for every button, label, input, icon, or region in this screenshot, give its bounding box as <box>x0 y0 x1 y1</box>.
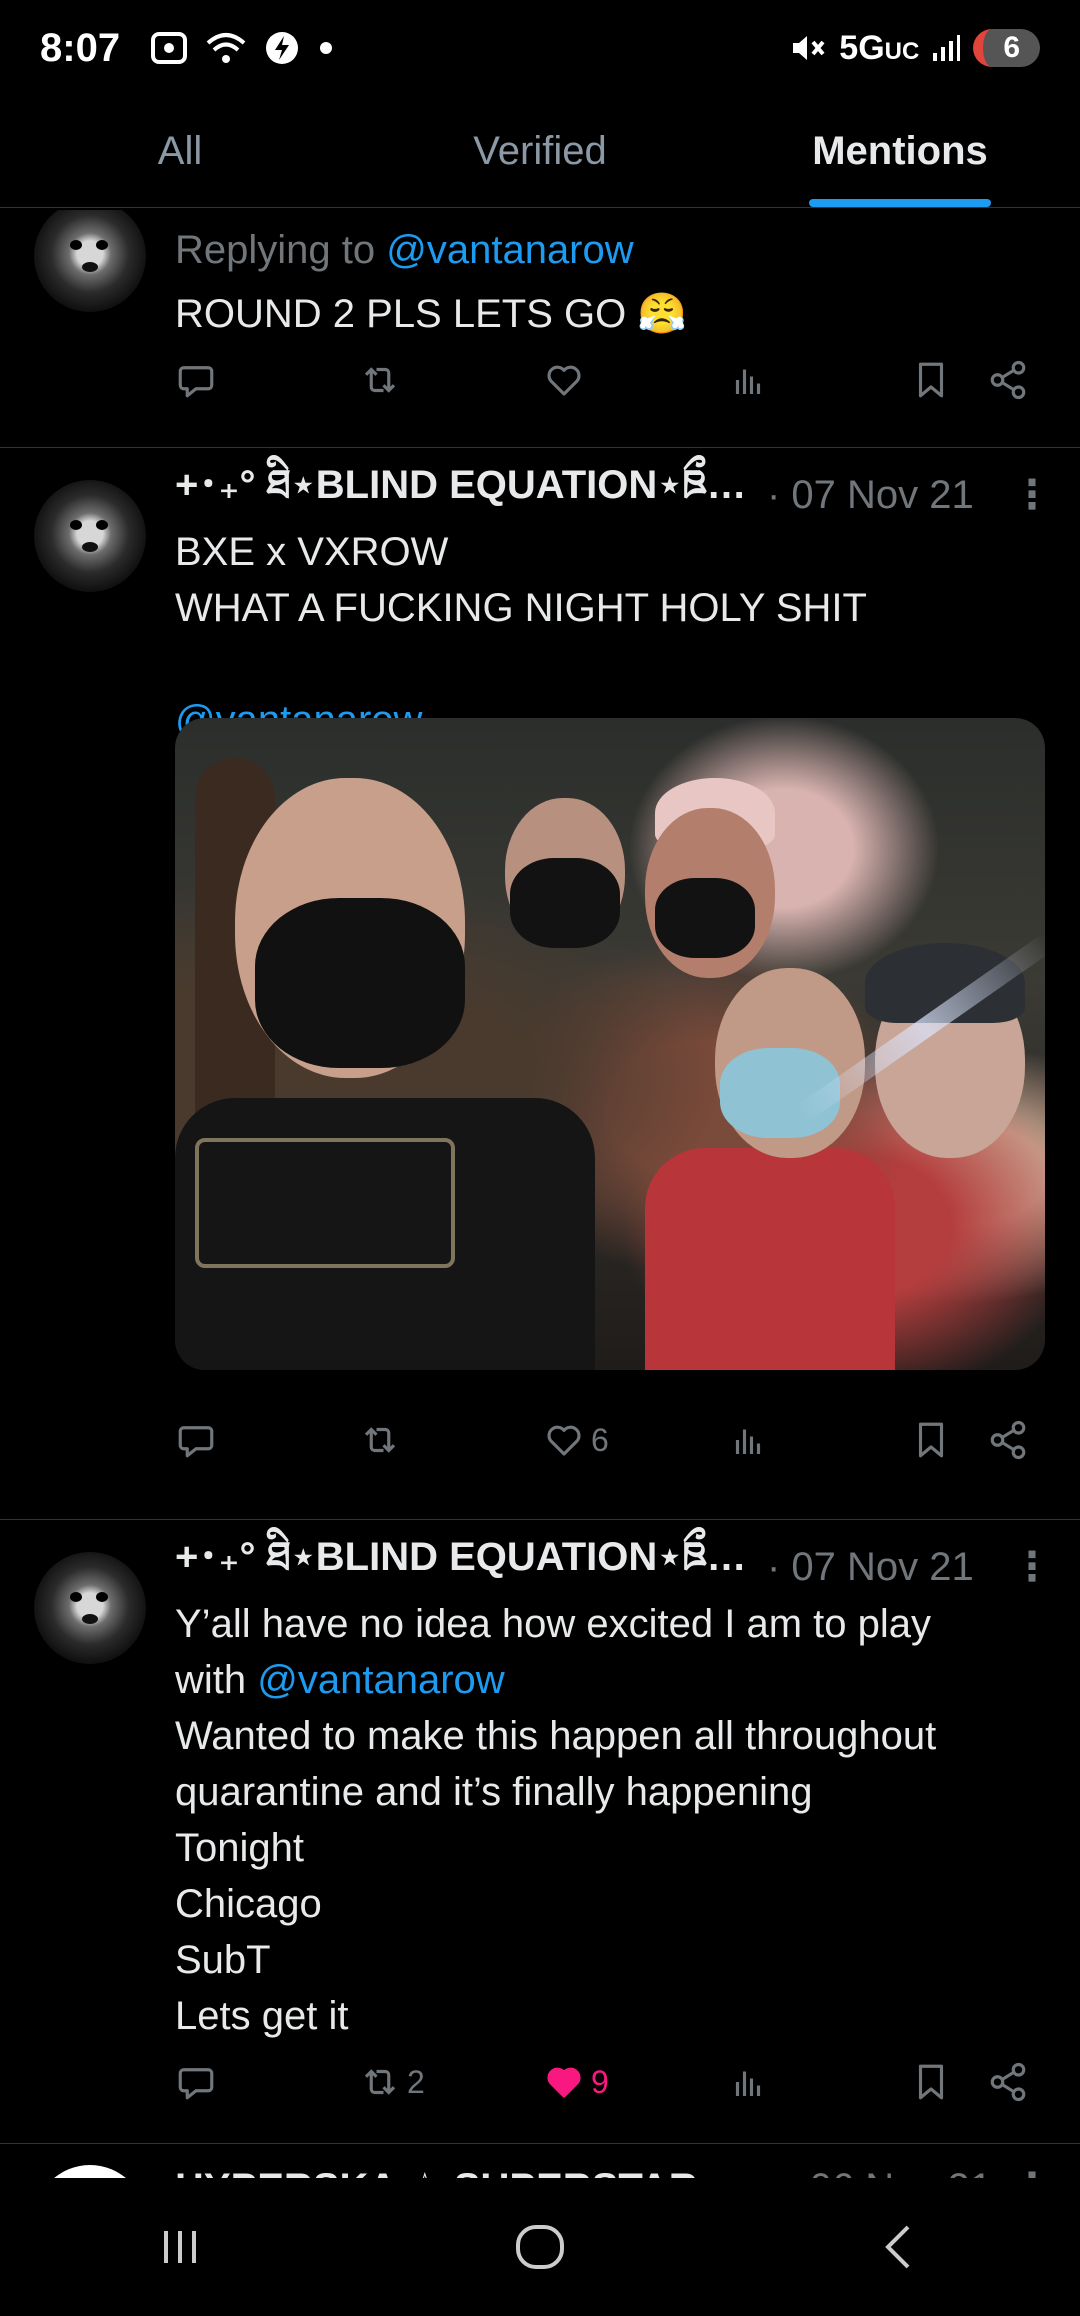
battery-indicator: 6 <box>973 29 1040 67</box>
tweet-date: · 07 Nov 21 <box>767 1544 974 1589</box>
reply-icon <box>178 2068 214 2100</box>
tweet-header: HYPERSKA ☆ SUPERSTAR 06 Nov 21 ⋮ <box>175 2159 1052 2179</box>
tweet-header: +･₊° ཐི⋆BLIND EQUATION⋆ཋྀ °... · 07 Nov … <box>175 1535 1052 1596</box>
mentions-feed: Replying to @vantanarow ROUND 2 PLS LETS… <box>0 210 1080 2178</box>
screenshot-icon <box>151 32 188 64</box>
mute-icon <box>793 36 825 60</box>
more-options-icon[interactable]: ⋮ <box>1012 1544 1052 1590</box>
status-left-icons <box>150 30 334 66</box>
android-nav-bar <box>0 2178 1080 2316</box>
like-button[interactable] <box>543 359 585 401</box>
retweet-icon <box>364 367 396 393</box>
share-button[interactable] <box>987 2061 1029 2103</box>
share-button[interactable] <box>987 1419 1029 1461</box>
bookmark-icon <box>918 2064 944 2100</box>
reply-button[interactable] <box>175 1419 217 1461</box>
tweet-text: BXE x VXROW WHAT A FUCKING NIGHT HOLY SH… <box>175 524 1050 748</box>
views-button[interactable] <box>727 1419 769 1461</box>
tweet-2[interactable]: +･₊° ཐི⋆BLIND EQUATION⋆ཋྀ °... · 07 Nov … <box>0 448 1080 1520</box>
bookmark-button[interactable] <box>910 359 952 401</box>
views-button[interactable] <box>727 359 769 401</box>
tweet-actions <box>175 350 1055 410</box>
avatar[interactable] <box>34 2165 146 2178</box>
views-icon <box>735 2071 761 2096</box>
tweet-header: +･₊° ཐི⋆BLIND EQUATION⋆ཋྀ °... · 07 Nov … <box>175 463 1052 524</box>
reply-icon <box>178 1426 214 1458</box>
status-time: 8:07 <box>40 25 121 70</box>
retweet-button[interactable] <box>359 1419 401 1461</box>
reply-button[interactable] <box>175 359 217 401</box>
author-name[interactable]: HYPERSKA ☆ SUPERSTAR <box>175 2165 698 2178</box>
reply-context: Replying to @vantanarow <box>175 228 634 272</box>
tweet-actions: 2 9 <box>175 2052 1055 2112</box>
tab-mentions[interactable]: Mentions <box>720 96 1080 207</box>
recent-apps-icon[interactable] <box>150 2217 210 2277</box>
tweet-4[interactable]: HYPERSKA ☆ SUPERSTAR 06 Nov 21 ⋮ <box>0 2145 1080 2178</box>
views-icon <box>735 1429 761 1454</box>
like-button[interactable]: 9 <box>543 2061 609 2103</box>
tweet-3[interactable]: +･₊° ཐི⋆BLIND EQUATION⋆ཋྀ °... · 07 Nov … <box>0 1520 1080 2144</box>
tweet-text: ROUND 2 PLS LETS GO 😤 <box>175 292 688 336</box>
reply-icon <box>178 366 214 398</box>
more-options-icon[interactable]: ⋮ <box>1012 472 1052 518</box>
share-icon <box>990 1420 1026 1460</box>
like-count: 6 <box>591 1421 609 1458</box>
share-icon <box>990 2062 1026 2102</box>
wifi-icon <box>206 33 246 63</box>
signal-icon <box>933 35 961 61</box>
views-button[interactable] <box>727 2061 769 2103</box>
avatar[interactable] <box>34 1552 146 1664</box>
heart-icon <box>547 365 581 396</box>
heart-filled-icon <box>547 2067 581 2098</box>
tweet-actions: 6 <box>175 1410 1055 1470</box>
back-icon[interactable] <box>870 2217 930 2277</box>
notification-tabs: All Verified Mentions <box>0 96 1080 208</box>
retweet-count: 2 <box>407 2063 425 2100</box>
reply-button[interactable] <box>175 2061 217 2103</box>
bookmark-button[interactable] <box>910 1419 952 1461</box>
data-saver-icon <box>266 32 299 64</box>
more-options-icon[interactable]: ⋮ <box>1012 2165 1052 2178</box>
tweet-1[interactable]: Replying to @vantanarow ROUND 2 PLS LETS… <box>0 210 1080 448</box>
tab-verified[interactable]: Verified <box>360 96 720 207</box>
share-button[interactable] <box>987 359 1029 401</box>
notification-dot-icon <box>320 42 333 54</box>
tweet-date: 06 Nov 21 <box>810 2166 992 2179</box>
status-bar: 8:07 5GUC 6 <box>0 0 1080 96</box>
mention-link[interactable]: @vantanarow <box>257 1658 504 1702</box>
tweet-text: Y’all have no idea how excited I am to p… <box>175 1602 937 2038</box>
reply-handle-link[interactable]: @vantanarow <box>386 228 633 272</box>
share-icon <box>990 360 1026 400</box>
retweet-button[interactable] <box>359 359 401 401</box>
like-count: 9 <box>591 2063 609 2100</box>
avatar[interactable] <box>34 210 146 312</box>
bookmark-icon <box>918 362 944 398</box>
retweet-icon <box>364 1427 396 1453</box>
tab-all[interactable]: All <box>0 96 360 207</box>
retweet-icon <box>364 2069 396 2095</box>
heart-icon <box>547 1425 581 1456</box>
avatar[interactable] <box>34 480 146 592</box>
bookmark-icon <box>918 1422 944 1458</box>
status-right: 5GUC 6 <box>789 29 1040 68</box>
tweet-date: · 07 Nov 21 <box>767 472 974 517</box>
retweet-button[interactable]: 2 <box>359 2061 425 2103</box>
home-icon[interactable] <box>510 2217 570 2277</box>
bookmark-button[interactable] <box>910 2061 952 2103</box>
like-button[interactable]: 6 <box>543 1419 609 1461</box>
tweet-photo[interactable] <box>175 718 1045 1370</box>
views-icon <box>735 369 761 394</box>
network-label: 5GUC <box>839 28 920 67</box>
